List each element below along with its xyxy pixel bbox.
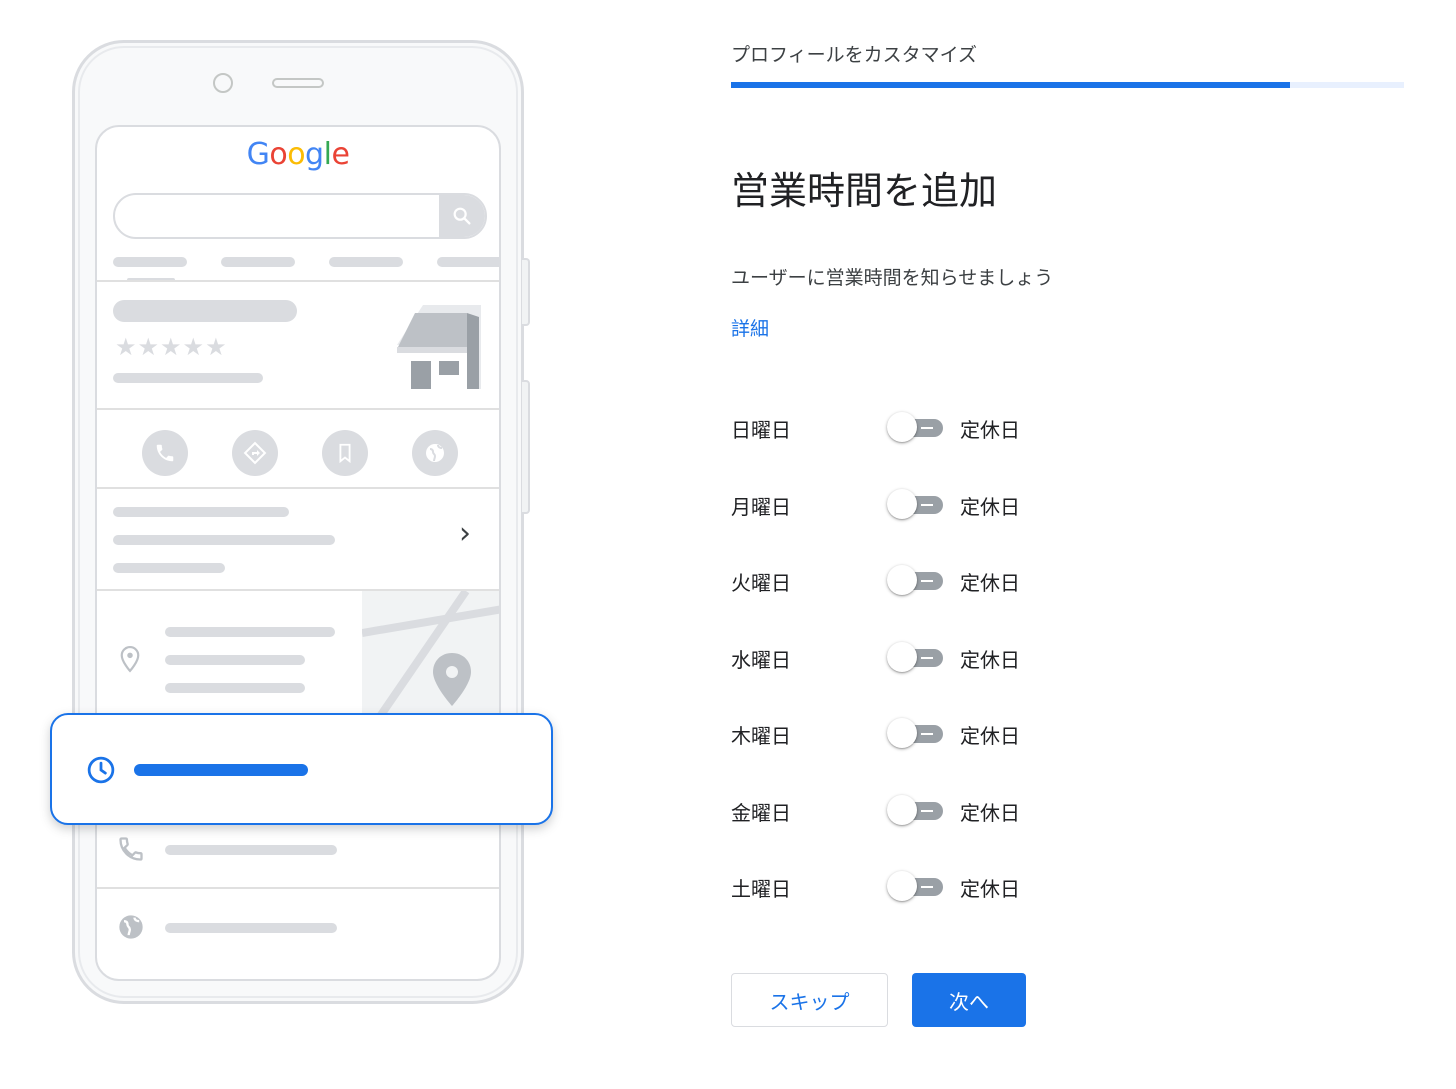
map-roads (362, 591, 499, 731)
open-toggle[interactable] (887, 565, 945, 595)
rating-stars: ★★★★★ (115, 333, 228, 361)
logo-letter: o (287, 137, 306, 172)
logo-letter: G (246, 137, 270, 172)
info-line-placeholder (113, 535, 335, 545)
business-name-placeholder (113, 300, 297, 322)
day-row-tuesday: 火曜日 定休日 (731, 559, 1131, 599)
divider (97, 487, 499, 489)
map-thumbnail (362, 591, 499, 731)
phone-speaker (272, 78, 324, 88)
clock-icon (87, 756, 115, 784)
phone-volume-button (522, 380, 530, 514)
day-status: 定休日 (960, 571, 1020, 595)
website-line-placeholder (165, 923, 337, 933)
address-line-placeholder (165, 655, 305, 665)
day-status: 定休日 (960, 877, 1020, 901)
search-button (439, 195, 485, 237)
divider (97, 408, 499, 410)
open-toggle[interactable] (887, 412, 945, 442)
open-toggle[interactable] (887, 718, 945, 748)
open-toggle[interactable] (887, 642, 945, 672)
address-line-placeholder (165, 683, 305, 693)
day-label: 日曜日 (731, 418, 791, 442)
day-row-sunday: 日曜日 定休日 (731, 406, 1131, 446)
hours-line-placeholder (134, 764, 308, 776)
google-logo: Google (97, 137, 499, 172)
skip-button[interactable]: スキップ (731, 973, 888, 1027)
directions-icon (243, 441, 267, 465)
phone-camera-icon (213, 73, 233, 93)
progress-bar-fill (731, 82, 1290, 88)
illustration-search-bar (113, 193, 487, 239)
business-category-placeholder (113, 373, 263, 383)
logo-letter: o (269, 137, 288, 172)
day-label: 水曜日 (731, 648, 791, 672)
globe-icon (426, 444, 444, 462)
phone-icon (156, 444, 174, 462)
day-label: 月曜日 (731, 495, 791, 519)
tab-placeholder (113, 257, 187, 267)
day-label: 金曜日 (731, 801, 791, 825)
day-status: 定休日 (960, 648, 1020, 672)
logo-letter: g (305, 137, 324, 172)
day-row-friday: 金曜日 定休日 (731, 789, 1131, 829)
call-action (142, 430, 188, 476)
open-toggle[interactable] (887, 795, 945, 825)
day-status: 定休日 (960, 495, 1020, 519)
next-button[interactable]: 次へ (912, 973, 1026, 1027)
tab-placeholder (437, 257, 499, 267)
tab-placeholder (329, 257, 403, 267)
store-icon (397, 305, 481, 389)
day-status: 定休日 (960, 724, 1020, 748)
chevron-right-icon: › (459, 516, 471, 551)
step-label: プロフィールをカスタマイズ (731, 44, 978, 66)
logo-letter: e (331, 137, 350, 172)
day-label: 火曜日 (731, 571, 791, 595)
location-pin-icon (120, 645, 140, 673)
phone-line-placeholder (165, 845, 337, 855)
info-line-placeholder (113, 563, 225, 573)
phone-screen: Google ★★★★★ › (95, 125, 501, 981)
divider (97, 280, 499, 282)
bookmark-icon (339, 443, 351, 464)
website-action (412, 430, 458, 476)
day-row-thursday: 木曜日 定休日 (731, 712, 1131, 752)
open-toggle[interactable] (887, 489, 945, 519)
day-label: 土曜日 (731, 877, 791, 901)
page-title: 営業時間を追加 (731, 169, 998, 213)
tab-placeholder (221, 257, 295, 267)
directions-action (232, 430, 278, 476)
hours-highlight-card (50, 713, 553, 825)
phone-icon (119, 837, 143, 861)
progress-bar (731, 82, 1404, 88)
day-label: 木曜日 (731, 724, 791, 748)
day-row-monday: 月曜日 定休日 (731, 483, 1131, 523)
address-line-placeholder (165, 627, 335, 637)
day-row-wednesday: 水曜日 定休日 (731, 636, 1131, 676)
day-status: 定休日 (960, 418, 1020, 442)
save-action (322, 430, 368, 476)
info-line-placeholder (113, 507, 289, 517)
day-status: 定休日 (960, 801, 1020, 825)
day-row-saturday: 土曜日 定休日 (731, 865, 1131, 905)
divider (97, 887, 499, 889)
open-toggle[interactable] (887, 871, 945, 901)
globe-icon (119, 915, 143, 939)
phone-side-button (522, 258, 530, 326)
page-subtitle: ユーザーに営業時間を知らせましょう (731, 267, 1054, 289)
details-link[interactable]: 詳細 (731, 314, 769, 341)
search-icon (453, 207, 471, 225)
